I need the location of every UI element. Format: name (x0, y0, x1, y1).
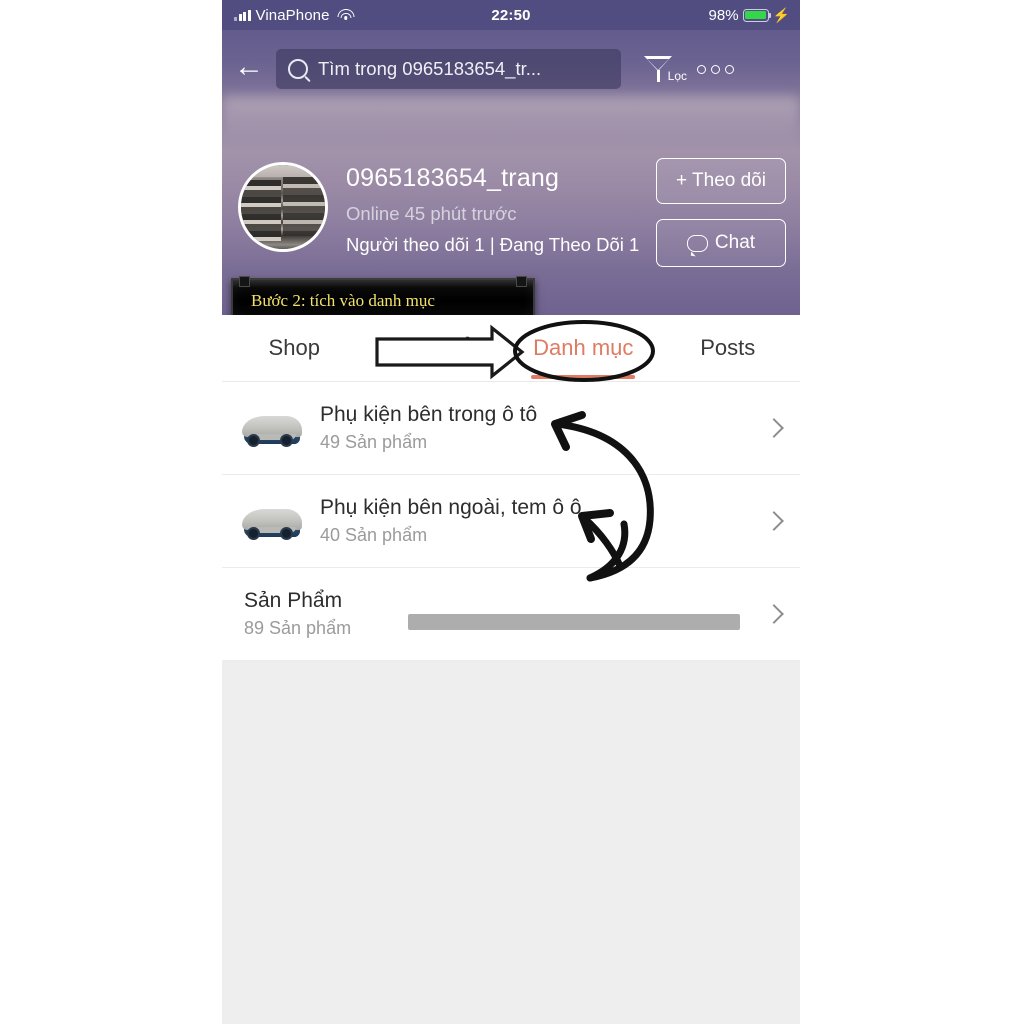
category-list: Phụ kiện bên trong ô tô 49 Sản phẩm Phụ … (222, 382, 800, 661)
tab-posts[interactable]: Posts (656, 315, 801, 381)
chat-bubble-icon (686, 234, 708, 252)
chevron-right-icon[interactable] (748, 511, 800, 531)
banner-shadow-step2 (236, 306, 512, 315)
table-row[interactable]: Phụ kiện bên trong ô tô 49 Sản phẩm (222, 382, 800, 475)
status-bar-clock: 22:50 (491, 6, 531, 24)
follow-button[interactable]: + Theo dõi (656, 158, 786, 204)
chat-button-label: Chat (714, 232, 756, 253)
category-title: Phụ kiện bên trong ô tô (320, 403, 538, 426)
car-cover-thumbnail (240, 405, 304, 451)
table-row[interactable]: Phụ kiện bên ngoài, tem ô ô 40 Sản phẩm (222, 475, 800, 568)
online-status: Online 45 phút trước (346, 203, 517, 224)
signal-bars-icon (234, 9, 251, 21)
lightning-bolt-icon: ⚡ (772, 7, 790, 23)
category-count: 49 Sản phẩm (320, 432, 428, 452)
avatar[interactable] (238, 162, 328, 252)
tab-shop[interactable]: Shop (222, 315, 367, 381)
tab-danh-muc[interactable]: Danh mục (511, 315, 656, 381)
wifi-icon (337, 9, 355, 21)
chevron-right-icon[interactable] (748, 604, 800, 624)
empty-area (222, 661, 800, 1024)
category-count: 40 Sản phẩm (320, 525, 428, 545)
profile-header: VinaPhone 22:50 98% ⚡ ← Tìm trong 096518… (222, 0, 800, 315)
search-icon (288, 59, 308, 79)
category-count: 89 Sản phẩm (244, 618, 352, 638)
table-row[interactable]: Sản Phẩm 89 Sản phẩm (222, 568, 800, 661)
row-text: Phụ kiện bên trong ô tô 49 Sản phẩm (320, 403, 748, 453)
chat-button[interactable]: Chat (656, 219, 786, 267)
status-bar: VinaPhone 22:50 98% ⚡ (222, 0, 800, 30)
category-title: Sản Phẩm (244, 589, 343, 612)
search-query-text: Tìm trong 0965183654_tr... (318, 58, 542, 79)
search-row: ← Tìm trong 0965183654_tr... Lọc (222, 42, 800, 96)
battery-icon (742, 8, 772, 22)
row-text: Phụ kiện bên ngoài, tem ô ô 40 Sản phẩm (320, 496, 748, 546)
phone-screen: VinaPhone 22:50 98% ⚡ ← Tìm trong 096518… (222, 0, 800, 1024)
status-bar-left: VinaPhone (234, 6, 355, 24)
category-title: Phụ kiện bên ngoài, tem ô ô (320, 496, 582, 519)
status-bar-right: 98% ⚡ (709, 7, 790, 24)
car-cover-thumbnail (240, 498, 304, 544)
followers-line: Người theo dõi 1 | Đang Theo Dõi 1 (346, 234, 640, 255)
filter-label: Lọc (667, 69, 687, 83)
tab-san-pham[interactable]: Sản phẩm (367, 315, 512, 381)
chevron-right-icon[interactable] (748, 418, 800, 438)
row-text: Sản Phẩm 89 Sản phẩm (244, 589, 748, 639)
annotation-banner-step2: Bước 2: tích vào danh mục (231, 276, 535, 315)
search-input[interactable]: Tìm trong 0965183654_tr... (276, 49, 621, 89)
carrier-label: VinaPhone (255, 6, 330, 24)
shop-name: 0965183654_trang (346, 164, 560, 192)
battery-percent-label: 98% (708, 6, 739, 24)
back-arrow-icon[interactable]: ← (222, 52, 276, 86)
filter-button[interactable]: Lọc (627, 56, 689, 83)
tab-bar: Shop Sản phẩm Danh mục Posts (222, 315, 800, 382)
more-options-icon[interactable] (697, 64, 734, 74)
annotation-banner-step2-text: Bước 2: tích vào danh mục (251, 291, 435, 311)
